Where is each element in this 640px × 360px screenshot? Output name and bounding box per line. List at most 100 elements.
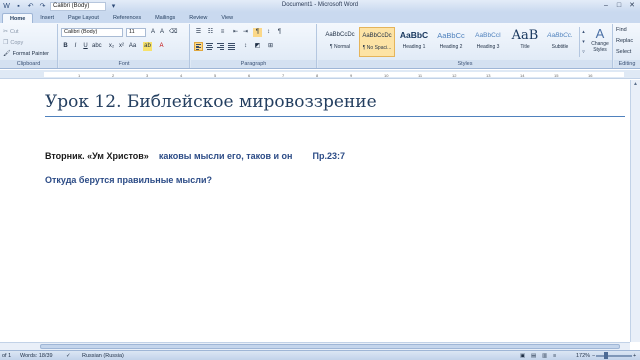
ruler-tick: 12 bbox=[452, 73, 457, 78]
find-button[interactable]: Find bbox=[616, 27, 627, 33]
qat-customize-icon[interactable]: ▾ bbox=[109, 2, 118, 11]
horizontal-scrollbar[interactable] bbox=[0, 342, 630, 350]
horizontal-ruler[interactable]: 1 2 3 4 5 6 7 8 9 10 11 12 13 14 15 16 bbox=[0, 70, 640, 79]
rtl-icon[interactable]: ¶ bbox=[253, 28, 262, 37]
copy-icon: ❐ bbox=[3, 40, 9, 46]
replace-button[interactable]: Replac bbox=[616, 38, 633, 44]
highlight-icon[interactable]: ab bbox=[143, 42, 152, 51]
change-case-icon[interactable]: Aa bbox=[128, 42, 137, 51]
align-left-button[interactable] bbox=[194, 42, 203, 51]
font-size-select[interactable]: 11 bbox=[126, 28, 146, 37]
print-layout-icon[interactable]: ▣ bbox=[520, 353, 525, 359]
tab-home[interactable]: Home bbox=[2, 13, 34, 23]
line1-quote: каковы мысли его, таков и он bbox=[158, 151, 293, 161]
tab-review[interactable]: Review bbox=[182, 13, 214, 23]
more-icon[interactable]: ▿ bbox=[580, 47, 587, 57]
zoom-slider-knob[interactable] bbox=[604, 352, 608, 359]
superscript-icon[interactable]: x² bbox=[117, 42, 126, 51]
style-name: Heading 2 bbox=[439, 44, 463, 50]
ruler-tick: 14 bbox=[520, 73, 525, 78]
increase-indent-icon[interactable]: ⇥ bbox=[241, 28, 250, 37]
tab-mailings[interactable]: Mailings bbox=[148, 13, 182, 23]
maximize-icon[interactable]: □ bbox=[613, 1, 625, 10]
cut-button[interactable]: ✂ Cut bbox=[3, 28, 19, 36]
select-button[interactable]: Select bbox=[616, 49, 631, 55]
web-layout-icon[interactable]: ▥ bbox=[542, 353, 547, 359]
redo-icon[interactable]: ↷ bbox=[38, 2, 47, 11]
scroll-up-icon[interactable]: ▴ bbox=[580, 27, 587, 37]
document-line-2[interactable]: Откуда берутся правильные мысли? bbox=[45, 175, 212, 185]
vertical-scrollbar[interactable]: ▲ bbox=[630, 80, 640, 342]
align-right-button[interactable] bbox=[216, 42, 225, 51]
strikethrough-icon[interactable]: abc bbox=[92, 42, 102, 51]
close-icon[interactable]: ✕ bbox=[626, 1, 638, 10]
zoom-slider[interactable] bbox=[596, 355, 632, 357]
sort-icon[interactable]: ↕ bbox=[264, 28, 273, 37]
style-title[interactable]: AaB Title bbox=[507, 27, 543, 57]
ruler-tick: 5 bbox=[214, 73, 217, 78]
style-heading-3[interactable]: AaBbCcI Heading 3 bbox=[470, 27, 506, 57]
outline-icon[interactable]: ≡ bbox=[553, 353, 556, 359]
minimize-icon[interactable]: – bbox=[600, 1, 612, 10]
editing-group-label: Editing bbox=[614, 60, 640, 68]
document-heading[interactable]: Урок 12. Библейское мировоззрение bbox=[45, 92, 377, 112]
style-sample: AaBbCcDc bbox=[362, 33, 392, 39]
bullets-icon[interactable]: ☰ bbox=[194, 28, 203, 37]
page-count[interactable]: of 1 bbox=[2, 353, 11, 359]
clear-formatting-icon[interactable]: ⌫ bbox=[169, 28, 177, 37]
tab-references[interactable]: References bbox=[106, 13, 148, 23]
line-spacing-icon[interactable]: ↕ bbox=[241, 42, 250, 51]
format-painter-button[interactable]: 🖌 Format Painter bbox=[3, 50, 49, 58]
font-family-select[interactable]: Calibri (Body) bbox=[61, 28, 123, 37]
numbering-icon[interactable]: ☷ bbox=[206, 28, 215, 37]
font-group-label: Font bbox=[59, 60, 189, 68]
align-center-button[interactable] bbox=[205, 42, 214, 51]
styles-gallery-scroll[interactable]: ▴ ▾ ▿ bbox=[579, 27, 587, 57]
scroll-up-arrow-icon[interactable]: ▲ bbox=[631, 80, 640, 89]
grow-font-icon[interactable]: A bbox=[149, 28, 157, 37]
tab-page-layout[interactable]: Page Layout bbox=[61, 13, 106, 23]
style-normal[interactable]: AaBbCcDc ¶ Normal bbox=[322, 27, 358, 57]
undo-icon[interactable]: ↶ bbox=[26, 2, 35, 11]
full-screen-icon[interactable]: ▤ bbox=[531, 353, 536, 359]
tab-view[interactable]: View bbox=[214, 13, 240, 23]
zoom-level[interactable]: 172% bbox=[576, 353, 590, 359]
zoom-out-icon[interactable]: − bbox=[592, 353, 595, 359]
scroll-down-icon[interactable]: ▾ bbox=[580, 37, 587, 47]
shading-icon[interactable]: ◩ bbox=[253, 42, 262, 51]
style-heading-1[interactable]: AaBbC Heading 1 bbox=[396, 27, 432, 57]
style-name: Heading 3 bbox=[476, 44, 500, 50]
word-logo-icon[interactable]: W bbox=[2, 2, 11, 11]
copy-button[interactable]: ❐ Copy bbox=[3, 39, 23, 47]
language-indicator[interactable]: Russian (Russia) bbox=[82, 353, 124, 359]
word-count[interactable]: Words: 18/39 bbox=[20, 353, 53, 359]
proofing-icon[interactable]: ✓ bbox=[66, 353, 71, 359]
zoom-in-icon[interactable]: + bbox=[633, 353, 636, 359]
multilevel-list-icon[interactable]: ≡ bbox=[218, 28, 227, 37]
tab-insert[interactable]: Insert bbox=[33, 13, 61, 23]
qat-font-box[interactable]: Calibri (Body) bbox=[50, 1, 106, 11]
italic-button[interactable]: I bbox=[71, 42, 80, 51]
subscript-icon[interactable]: x₂ bbox=[107, 42, 116, 51]
shrink-font-icon[interactable]: A bbox=[158, 28, 166, 37]
show-marks-icon[interactable]: ¶ bbox=[275, 28, 284, 37]
horizontal-scroll-thumb[interactable] bbox=[40, 344, 620, 349]
style-heading-2[interactable]: AaBbCc Heading 2 bbox=[433, 27, 469, 57]
borders-icon[interactable]: ⊞ bbox=[266, 42, 275, 51]
line1-day: Вторник. «Ум Христов» bbox=[45, 151, 149, 161]
ruler-tick: 10 bbox=[384, 73, 389, 78]
style-subtitle[interactable]: AaBbCc. Subtitle bbox=[542, 27, 578, 57]
change-styles-button[interactable]: A Change Styles bbox=[588, 27, 612, 54]
document-page[interactable] bbox=[0, 80, 630, 342]
style-sample: AaBbCc. bbox=[547, 32, 573, 39]
save-icon[interactable]: ▪ bbox=[14, 2, 23, 11]
bold-button[interactable]: B bbox=[61, 42, 70, 51]
style-no-spacing[interactable]: AaBbCcDc ¶ No Spaci... bbox=[359, 27, 395, 57]
style-name: ¶ Normal bbox=[329, 44, 351, 50]
decrease-indent-icon[interactable]: ⇤ bbox=[231, 28, 240, 37]
document-line-1[interactable]: Вторник. «Ум Христов» каковы мысли его, … bbox=[45, 151, 345, 161]
justify-button[interactable] bbox=[227, 42, 236, 51]
font-color-icon[interactable]: A bbox=[157, 42, 166, 51]
underline-button[interactable]: U bbox=[81, 42, 90, 51]
ruler-tick: 8 bbox=[316, 73, 319, 78]
